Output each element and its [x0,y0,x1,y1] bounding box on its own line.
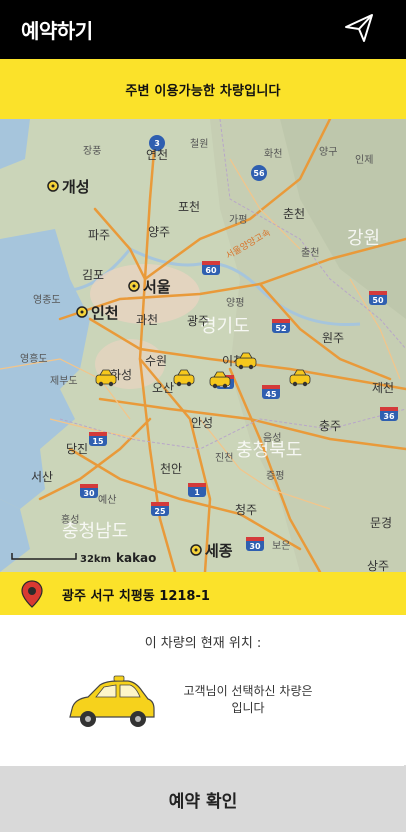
city-label-major: 인천 [91,304,119,322]
vehicle-info: 이 차량의 현재 위치 : 고객님이 선택하신 차량은 입니다 [0,615,406,765]
map-canvas[interactable]: 서울양양고속 3 56 60 52 50 35 45 15 30 1 25 30… [0,119,406,572]
route-shield: 60 [202,261,220,275]
city-label: 보은 [272,540,290,552]
location-pin-icon [21,580,43,608]
page-title: 예약하기 [21,19,93,43]
city-label: 포천 [178,199,200,214]
city-label: 당진 [66,442,88,456]
city-label-major: 개성 [62,178,90,196]
header-bar: 예약하기 [0,0,406,59]
send-arrow-icon[interactable] [343,12,375,44]
confirm-reservation-button[interactable]: 예약 확인 [0,766,406,832]
vehicle-description-line1: 고객님이 선택하신 차량은 [183,684,313,698]
svg-text:30: 30 [249,542,261,551]
svg-text:30: 30 [83,489,95,498]
svg-text:25: 25 [154,507,166,516]
city-label: 광주 [187,314,209,328]
vehicle-description-line2: 입니다 [231,701,265,715]
svg-text:52: 52 [275,324,286,333]
city-label: 장풍 [83,145,101,157]
route-shield: 36 [380,407,398,421]
route-shield: 56 [251,165,267,181]
city-label: 제부도 [50,375,78,387]
city-label: 서산 [31,470,53,484]
svg-text:36: 36 [383,412,395,421]
city-label: 증평 [266,470,284,482]
route-shield: 25 [151,502,169,516]
city-label: 홍성 [61,513,79,526]
svg-text:3: 3 [154,139,160,148]
city-label: 출천 [301,247,319,259]
vehicle-description: 고객님이 선택하신 차량은 입니다 [168,683,328,717]
city-label: 문경 [370,516,392,530]
svg-text:60: 60 [205,266,217,275]
city-label: 안성 [191,416,213,430]
route-shield: 52 [272,319,290,333]
city-label: 김포 [82,268,104,282]
route-shield: 1 [188,483,206,497]
city-label: 충주 [319,419,341,433]
city-label: 청주 [235,503,257,517]
city-label: 인제 [355,154,373,166]
city-label: 춘천 [283,206,305,221]
city-label-major: 세종 [205,542,233,560]
city-label: 음성 [263,432,281,444]
available-banner: 주변 이용가능한 차량입니다 [0,59,406,119]
svg-text:1: 1 [194,488,200,497]
city-label: 과천 [136,312,158,327]
city-label: 천안 [160,461,182,476]
address-text: 광주 서구 치평동 1218-1 [62,589,210,604]
banner-text: 주변 이용가능한 차량입니다 [125,83,281,99]
route-shield: 50 [369,291,387,305]
current-location-label: 이 차량의 현재 위치 : [144,636,262,651]
city-label: 제천 [372,380,394,395]
city-label: 양구 [319,146,337,158]
svg-text:15: 15 [92,437,104,446]
city-label: 진천 [215,452,233,464]
city-label: 영종도 [33,294,61,306]
city-label: 오산 [152,381,174,395]
city-label: 연천 [146,147,168,162]
confirm-reservation-label: 예약 확인 [168,791,238,812]
map-view[interactable]: 서울양양고속 3 56 60 52 50 35 45 15 30 1 25 30… [0,119,406,572]
car-icon [69,675,155,727]
city-label: 상주 [367,559,389,572]
svg-text:45: 45 [265,390,277,399]
city-label: 예산 [98,494,116,506]
city-label: 수원 [145,354,167,368]
route-shield: 30 [80,484,98,498]
city-label: 원주 [322,331,344,345]
route-shield: 30 [246,537,264,551]
svg-text:50: 50 [372,296,384,305]
map-provider-logo: kakao [116,551,156,565]
route-shield: 15 [89,432,107,446]
svg-text:56: 56 [253,169,265,178]
city-label: 영흥도 [20,352,48,365]
address-bar: 광주 서구 치평동 1218-1 [0,572,406,615]
city-label: 철원 [190,138,208,150]
app-frame: 예약하기 주변 이용가능한 차량입니다 서울양양고속 3 56 60 52 50… [0,0,406,832]
city-label: 양주 [148,225,170,239]
city-label: 파주 [88,228,110,242]
city-label: 가평 [229,214,247,226]
city-label-major: 서울 [143,278,171,296]
province-label: 강원 [347,228,380,249]
city-label: 화천 [264,148,282,160]
route-shield: 45 [262,385,280,399]
scale-label: 32km [80,554,111,565]
city-label: 양평 [226,297,244,309]
